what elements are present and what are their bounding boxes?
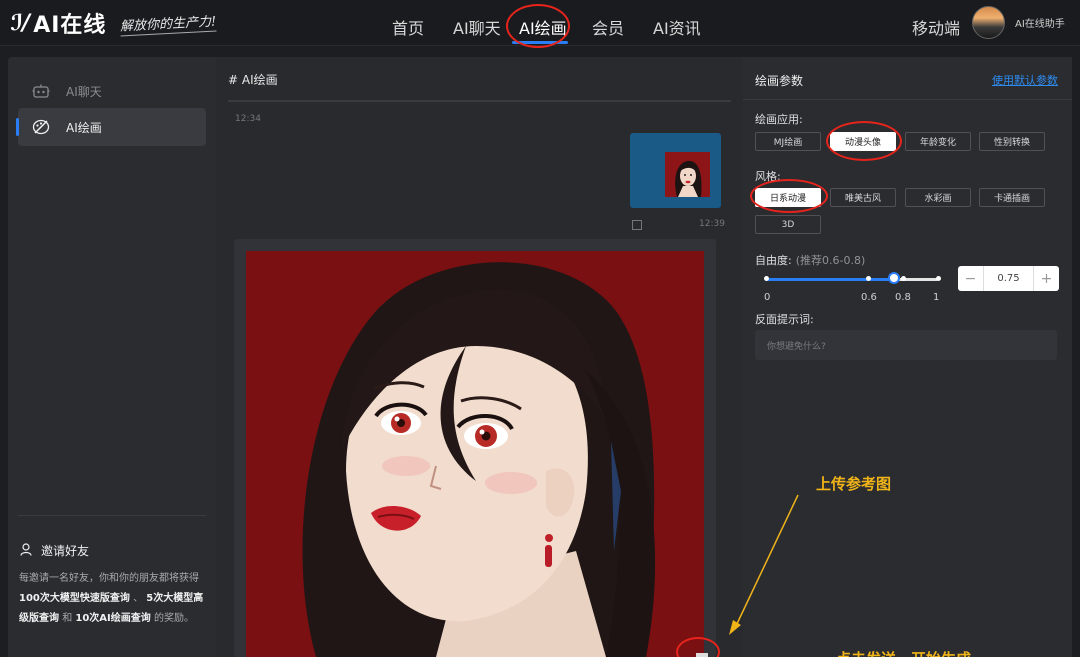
invite-text-part: 、 xyxy=(133,593,144,604)
negative-prompt-input[interactable]: 你想避免什么? xyxy=(755,330,1057,360)
style-option-ancient[interactable]: 唯美古风 xyxy=(830,188,896,207)
nav-mobile[interactable]: 移动端 xyxy=(912,15,960,39)
app-option-anime-avatar[interactable]: 动漫头像 xyxy=(830,132,896,151)
robot-icon xyxy=(30,83,52,99)
sent-image-bubble[interactable] xyxy=(630,133,721,208)
slider-tick: 0.8 xyxy=(895,292,911,303)
sidebar: AI聊天 AI绘画 邀请好友 每邀请一名好友，你和你的朋友都将获得 100次大模… xyxy=(8,57,216,657)
slider-stop-dot xyxy=(901,276,906,281)
sidebar-item-ai-chat[interactable]: AI聊天 xyxy=(18,72,206,110)
style-option-cartoon[interactable]: 卡通插画 xyxy=(979,188,1045,207)
slider-tick: 0 xyxy=(764,292,771,303)
slider-stop-dot xyxy=(764,276,769,281)
chat-title: # AI绘画 xyxy=(228,73,278,87)
invite-description: 每邀请一名好友，你和你的朋友都将获得 100次大模型快速版查询 、 5次大模型高… xyxy=(19,569,209,629)
slider-fill xyxy=(765,278,895,281)
slogan: 解放你的生产力! xyxy=(119,9,218,37)
active-marker xyxy=(16,118,19,136)
user-menu[interactable]: AI在线助手 xyxy=(972,6,1065,39)
nav-ai-news[interactable]: AI资讯 xyxy=(653,15,701,39)
reference-photo-thumbnail[interactable] xyxy=(665,152,710,197)
style-option-japanese-anime[interactable]: 日系动漫 xyxy=(755,188,821,207)
app-option-age-change[interactable]: 年龄变化 xyxy=(905,132,971,151)
drawing-params-panel: 绘画参数 使用默认参数 绘画应用: MJ绘画 动漫头像 年龄变化 性别转换 风格… xyxy=(743,57,1072,657)
style-option-3d[interactable]: 3D xyxy=(755,215,821,234)
increment-button[interactable]: + xyxy=(1034,266,1059,291)
invite-title: 邀请好友 xyxy=(41,544,90,558)
freedom-slider[interactable] xyxy=(765,278,938,281)
invite-reward-fast: 100次大模型快速版查询 xyxy=(19,593,130,604)
freedom-value[interactable]: 0.75 xyxy=(983,266,1034,291)
chat-panel: # AI绘画 12:34 12:39 xyxy=(216,57,743,657)
top-navbar: ℐ/ AI在线 解放你的生产力! 首页 AI聊天 AI绘画 会员 AI资讯 移动… xyxy=(0,0,1080,48)
nav-ai-chat[interactable]: AI聊天 xyxy=(453,15,501,39)
user-name: AI在线助手 xyxy=(1015,19,1065,30)
negative-prompt-label: 反面提示词: xyxy=(755,313,814,326)
upload-reference-annotation: 上传参考图 xyxy=(816,475,892,493)
slider-stop-dot xyxy=(936,276,941,281)
use-default-params-link[interactable]: 使用默认参数 xyxy=(992,72,1058,88)
message-time: 12:34 xyxy=(235,114,261,124)
freedom-label-text: 自由度: xyxy=(755,254,792,267)
nav-active-indicator xyxy=(512,41,568,44)
params-title: 绘画参数 xyxy=(755,74,804,88)
logo-mark-icon: ℐ/ xyxy=(10,10,30,36)
nav-home[interactable]: 首页 xyxy=(392,15,424,39)
sidebar-item-label: AI绘画 xyxy=(66,120,102,135)
slider-stop-dot xyxy=(866,276,871,281)
palette-icon xyxy=(30,119,52,135)
logo[interactable]: ℐ/ AI在线 解放你的生产力! xyxy=(10,6,218,40)
invite-reward-drawing: 10次AI绘画查询 xyxy=(75,613,151,624)
sidebar-item-ai-drawing[interactable]: AI绘画 xyxy=(16,108,206,146)
sidebar-divider xyxy=(18,515,206,516)
params-divider xyxy=(743,99,1072,100)
generated-result-card xyxy=(234,239,716,657)
slider-tick: 0.6 xyxy=(861,292,877,303)
invite-heading[interactable]: 邀请好友 xyxy=(20,542,89,559)
app-label: 绘画应用: xyxy=(755,113,803,126)
nav-ai-drawing[interactable]: AI绘画 xyxy=(519,15,567,39)
style-label: 风格: xyxy=(755,170,781,183)
style-option-watercolor[interactable]: 水彩画 xyxy=(905,188,971,207)
chat-divider xyxy=(228,100,731,102)
invite-text-part: 的奖励。 xyxy=(153,613,194,624)
copy-icon[interactable] xyxy=(632,220,642,230)
send-annotation: 点击发送，开始生成 xyxy=(836,648,971,657)
app-option-mj[interactable]: MJ绘画 xyxy=(755,132,821,151)
avatar xyxy=(972,6,1005,39)
invite-text-part: 每邀请一名好友，你和你的朋友都将获得 xyxy=(19,573,199,584)
user-plus-icon xyxy=(20,542,33,559)
generated-anime-portrait[interactable] xyxy=(246,251,704,657)
app-option-gender-swap[interactable]: 性别转换 xyxy=(979,132,1045,151)
logo-text: AI在线 xyxy=(33,13,107,38)
invite-text-part: 和 xyxy=(62,613,73,624)
slider-handle[interactable] xyxy=(888,272,900,284)
decrement-button[interactable]: − xyxy=(958,266,983,291)
sidebar-item-label: AI聊天 xyxy=(66,84,102,99)
freedom-stepper[interactable]: − 0.75 + xyxy=(958,266,1059,291)
freedom-hint: (推荐0.6-0.8) xyxy=(795,254,866,267)
freedom-label: 自由度: (推荐0.6-0.8) xyxy=(755,252,865,268)
slider-tick: 1 xyxy=(933,292,940,303)
message-time: 12:39 xyxy=(699,219,725,229)
send-button[interactable] xyxy=(696,653,708,657)
nav-membership[interactable]: 会员 xyxy=(592,15,624,39)
